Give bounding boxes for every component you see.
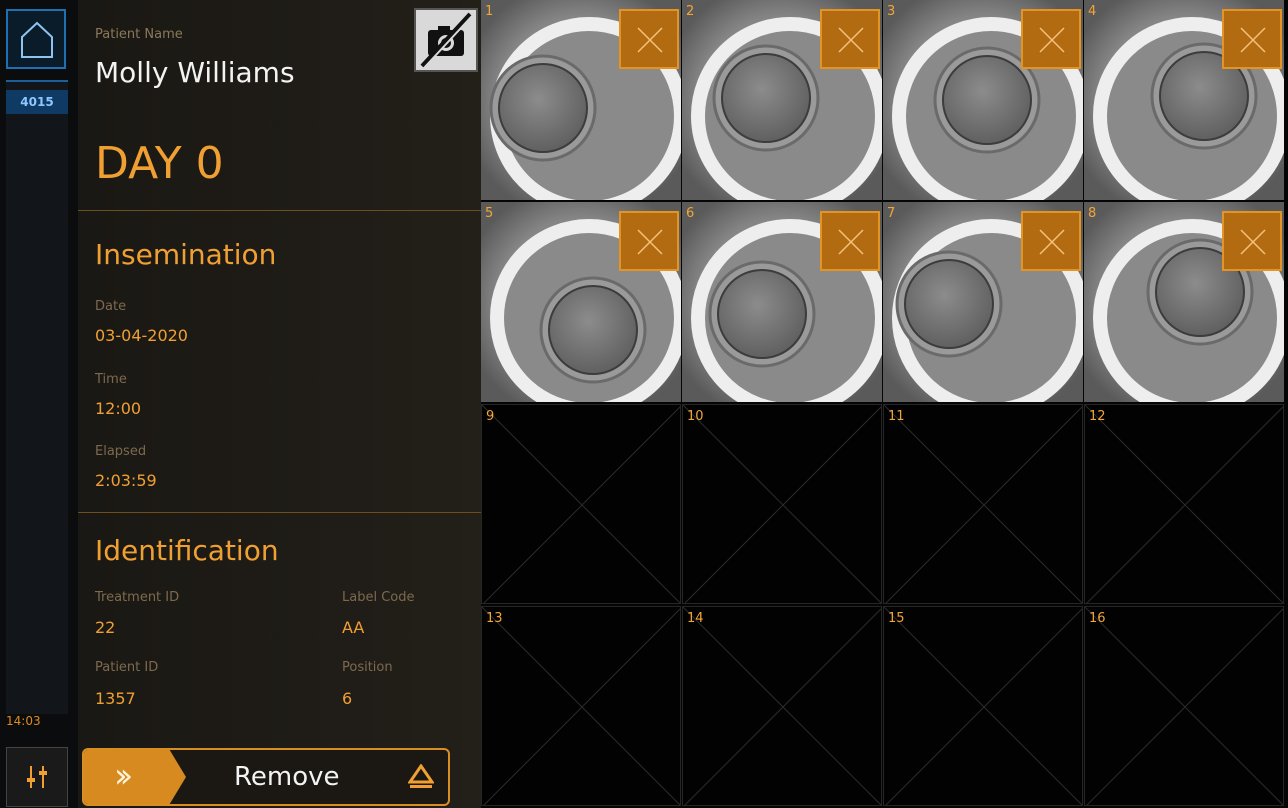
deselect-well-button[interactable] bbox=[820, 9, 880, 69]
clock: 14:03 bbox=[6, 714, 41, 728]
date-label: Date bbox=[95, 299, 127, 314]
well-number: 1 bbox=[485, 4, 494, 19]
well-number: 8 bbox=[1088, 206, 1097, 221]
well-4[interactable]: 4 bbox=[1084, 0, 1284, 200]
elapsed-label: Elapsed bbox=[95, 444, 147, 459]
time-label: Time bbox=[95, 372, 127, 387]
well-1[interactable]: 1 bbox=[481, 0, 681, 200]
treatment-id-value: 22 bbox=[95, 618, 116, 637]
deselect-well-button[interactable] bbox=[619, 211, 679, 271]
empty-well-cross bbox=[884, 405, 1082, 603]
eject-icon bbox=[408, 764, 434, 788]
well-number: 9 bbox=[486, 409, 495, 424]
close-icon bbox=[838, 27, 864, 53]
empty-well-cross bbox=[482, 607, 680, 805]
patient-name: Molly Williams bbox=[95, 56, 295, 89]
well-13[interactable]: 13 bbox=[481, 606, 681, 806]
well-number: 13 bbox=[486, 611, 503, 626]
position-value: 6 bbox=[342, 689, 353, 708]
well-12[interactable]: 12 bbox=[1084, 404, 1284, 604]
well-number: 16 bbox=[1089, 611, 1106, 626]
well-number: 11 bbox=[888, 409, 905, 424]
well-number: 4 bbox=[1088, 4, 1097, 19]
well-2[interactable]: 2 bbox=[682, 0, 882, 200]
well-grid: 1 2 3 4 5 6 7 8 9 10 11 12 13 14 15 16 bbox=[481, 0, 1288, 808]
time-value: 12:00 bbox=[95, 399, 142, 418]
camera-off-icon bbox=[420, 12, 473, 69]
divider bbox=[78, 210, 481, 211]
patient-id-label: Patient ID bbox=[95, 660, 159, 675]
well-7[interactable]: 7 bbox=[883, 202, 1083, 402]
well-number: 7 bbox=[887, 206, 896, 221]
close-icon bbox=[1240, 27, 1266, 53]
insemination-title: Insemination bbox=[95, 238, 277, 271]
close-icon bbox=[838, 229, 864, 255]
date-value: 03-04-2020 bbox=[95, 326, 188, 345]
position-label: Position bbox=[342, 660, 393, 675]
day-indicator: DAY 0 bbox=[95, 138, 224, 189]
well-number: 3 bbox=[887, 4, 896, 19]
remove-button[interactable]: ›› Remove bbox=[82, 748, 450, 806]
well-15[interactable]: 15 bbox=[883, 606, 1083, 806]
slot-tab[interactable]: 4015 bbox=[6, 80, 68, 714]
label-code-label: Label Code bbox=[342, 590, 415, 605]
deselect-well-button[interactable] bbox=[820, 211, 880, 271]
deselect-well-button[interactable] bbox=[1222, 9, 1282, 69]
well-number: 14 bbox=[687, 611, 704, 626]
home-button[interactable] bbox=[6, 9, 66, 69]
settings-button[interactable] bbox=[6, 747, 68, 807]
well-8[interactable]: 8 bbox=[1084, 202, 1284, 402]
close-icon bbox=[637, 229, 663, 255]
sliders-icon bbox=[27, 766, 47, 788]
deselect-well-button[interactable] bbox=[1021, 211, 1081, 271]
remove-label: Remove bbox=[234, 762, 340, 792]
patient-id-value: 1357 bbox=[95, 689, 136, 708]
left-rail: 4015 14:03 bbox=[0, 0, 78, 808]
empty-well-cross bbox=[1085, 607, 1283, 805]
well-5[interactable]: 5 bbox=[481, 202, 681, 402]
well-number: 5 bbox=[485, 206, 494, 221]
deselect-well-button[interactable] bbox=[1021, 9, 1081, 69]
patient-info-panel: Patient Name Molly Williams DAY 0 Insemi… bbox=[78, 0, 481, 808]
close-icon bbox=[1240, 229, 1266, 255]
empty-well-cross bbox=[683, 607, 881, 805]
well-number: 2 bbox=[686, 4, 695, 19]
camera-toggle-button[interactable] bbox=[414, 8, 478, 72]
slot-number: 4015 bbox=[6, 90, 68, 114]
well-number: 10 bbox=[687, 409, 704, 424]
label-code-value: AA bbox=[342, 618, 365, 637]
well-number: 15 bbox=[888, 611, 905, 626]
well-10[interactable]: 10 bbox=[682, 404, 882, 604]
well-number: 12 bbox=[1089, 409, 1106, 424]
double-chevron-icon: ›› bbox=[84, 750, 186, 804]
empty-well-cross bbox=[482, 405, 680, 603]
identification-title: Identification bbox=[95, 534, 279, 567]
well-14[interactable]: 14 bbox=[682, 606, 882, 806]
close-icon bbox=[1039, 229, 1065, 255]
close-icon bbox=[1039, 27, 1065, 53]
elapsed-value: 2:03:59 bbox=[95, 471, 157, 490]
deselect-well-button[interactable] bbox=[619, 9, 679, 69]
well-6[interactable]: 6 bbox=[682, 202, 882, 402]
empty-well-cross bbox=[1085, 405, 1283, 603]
empty-well-cross bbox=[683, 405, 881, 603]
home-icon bbox=[21, 21, 53, 58]
divider bbox=[78, 512, 481, 513]
patient-name-label: Patient Name bbox=[95, 27, 183, 42]
close-icon bbox=[637, 27, 663, 53]
well-3[interactable]: 3 bbox=[883, 0, 1083, 200]
empty-well-cross bbox=[884, 607, 1082, 805]
well-9[interactable]: 9 bbox=[481, 404, 681, 604]
well-11[interactable]: 11 bbox=[883, 404, 1083, 604]
well-number: 6 bbox=[686, 206, 695, 221]
deselect-well-button[interactable] bbox=[1222, 211, 1282, 271]
treatment-id-label: Treatment ID bbox=[95, 590, 180, 605]
well-16[interactable]: 16 bbox=[1084, 606, 1284, 806]
